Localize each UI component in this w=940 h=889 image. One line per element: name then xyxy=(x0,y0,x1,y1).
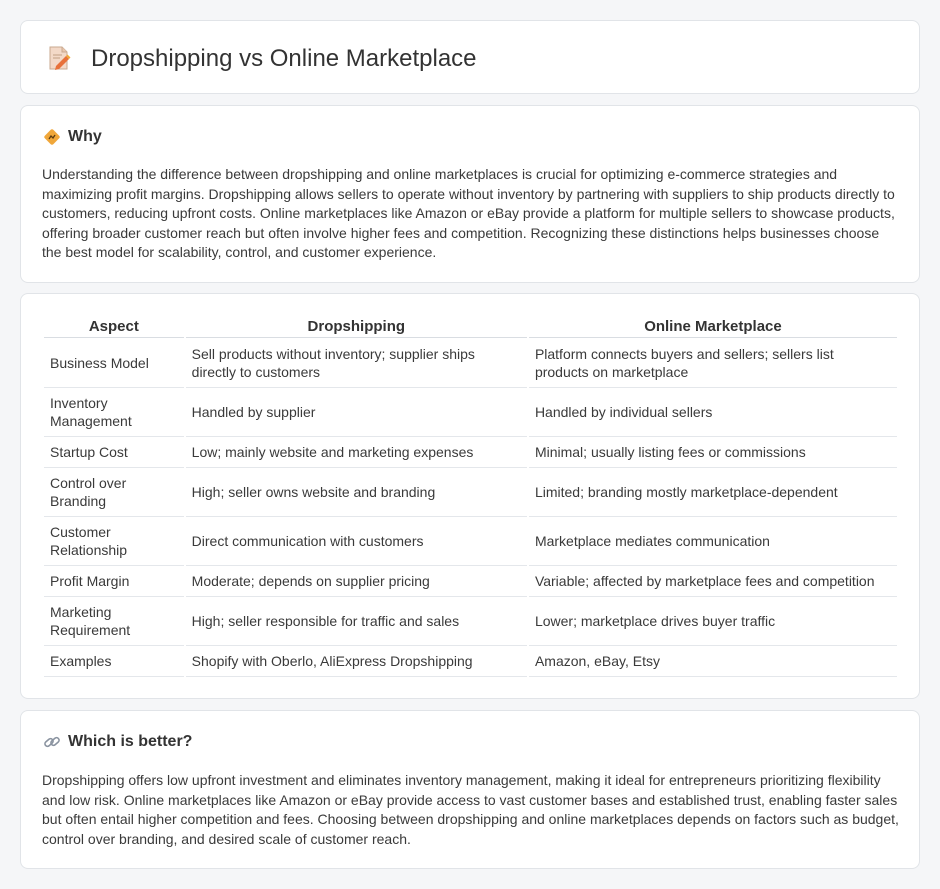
table-row: Inventory Management Handled by supplier… xyxy=(44,388,897,437)
aspect-cell: Business Model xyxy=(44,338,184,388)
table-row: Profit Margin Moderate; depends on suppl… xyxy=(44,566,897,597)
why-card: Why Understanding the difference between… xyxy=(20,105,920,283)
aspect-cell: Marketing Requirement xyxy=(44,597,184,646)
dropshipping-cell: Direct communication with customers xyxy=(185,517,527,566)
marketplace-cell: Minimal; usually listing fees or commiss… xyxy=(528,437,897,468)
dropshipping-cell: Sell products without inventory; supplie… xyxy=(185,338,527,388)
why-heading: Why xyxy=(68,128,102,145)
table-row: Control over Branding High; seller owns … xyxy=(44,468,897,517)
dropshipping-cell: Low; mainly website and marketing expens… xyxy=(185,437,527,468)
comparison-table: Aspect Dropshipping Online Marketplace B… xyxy=(42,316,899,677)
warning-sign-icon xyxy=(44,129,60,145)
marketplace-cell: Platform connects buyers and sellers; se… xyxy=(528,338,897,388)
dropshipping-cell: High; seller owns website and branding xyxy=(185,468,527,517)
better-text: Dropshipping offers low upfront investme… xyxy=(42,772,899,847)
document-pencil-icon xyxy=(49,46,71,70)
better-header: Which is better? xyxy=(43,733,192,751)
marketplace-cell: Variable; affected by marketplace fees a… xyxy=(528,566,897,597)
marketplace-cell: Lower; marketplace drives buyer traffic xyxy=(528,597,897,646)
table-header-row: Aspect Dropshipping Online Marketplace xyxy=(44,316,897,338)
aspect-cell: Inventory Management xyxy=(44,388,184,437)
dropshipping-cell: Shopify with Oberlo, AliExpress Dropship… xyxy=(185,646,527,677)
dropshipping-cell: High; seller responsible for traffic and… xyxy=(185,597,527,646)
header-aspect: Aspect xyxy=(44,316,184,338)
page-title: Dropshipping vs Online Marketplace xyxy=(91,45,477,72)
aspect-cell: Customer Relationship xyxy=(44,517,184,566)
aspect-cell: Startup Cost xyxy=(44,437,184,468)
comparison-card: Aspect Dropshipping Online Marketplace B… xyxy=(20,293,920,699)
marketplace-cell: Handled by individual sellers xyxy=(528,388,897,437)
which-is-better-card: Which is better? Dropshipping offers low… xyxy=(20,710,920,869)
better-heading: Which is better? xyxy=(68,733,193,750)
why-header: Why xyxy=(43,128,102,146)
aspect-cell: Control over Branding xyxy=(44,468,184,517)
table-row: Examples Shopify with Oberlo, AliExpress… xyxy=(44,646,897,677)
table-row: Startup Cost Low; mainly website and mar… xyxy=(44,437,897,468)
title-card: Dropshipping vs Online Marketplace xyxy=(20,20,920,94)
why-text: Understanding the difference between dro… xyxy=(42,166,895,261)
header-online-marketplace: Online Marketplace xyxy=(528,316,897,338)
aspect-cell: Examples xyxy=(44,646,184,677)
marketplace-cell: Limited; branding mostly marketplace-dep… xyxy=(528,468,897,517)
marketplace-cell: Marketplace mediates communication xyxy=(528,517,897,566)
dropshipping-cell: Moderate; depends on supplier pricing xyxy=(185,566,527,597)
aspect-cell: Profit Margin xyxy=(44,566,184,597)
header-dropshipping: Dropshipping xyxy=(185,316,527,338)
dropshipping-cell: Handled by supplier xyxy=(185,388,527,437)
table-row: Marketing Requirement High; seller respo… xyxy=(44,597,897,646)
marketplace-cell: Amazon, eBay, Etsy xyxy=(528,646,897,677)
table-row: Business Model Sell products without inv… xyxy=(44,338,897,388)
table-row: Customer Relationship Direct communicati… xyxy=(44,517,897,566)
link-icon xyxy=(44,736,60,748)
